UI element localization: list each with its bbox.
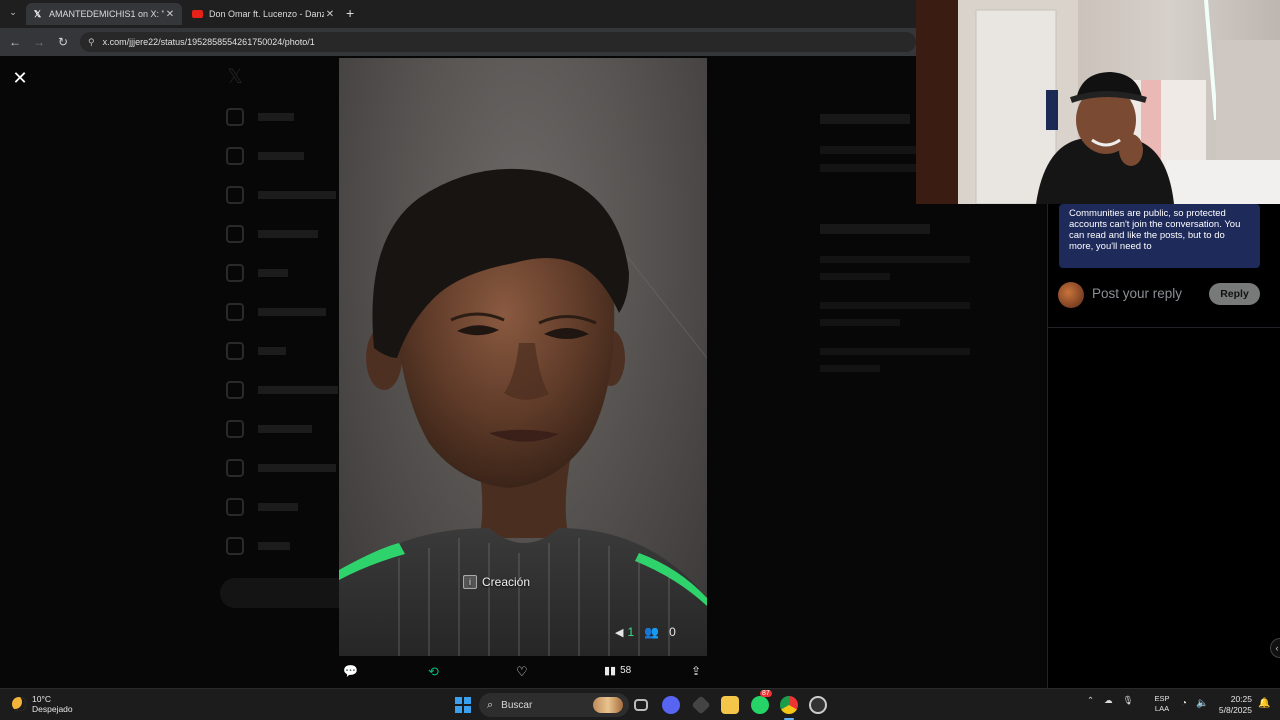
reload-icon[interactable]: ↻: [51, 35, 75, 49]
search-icon: ⌕: [487, 698, 494, 711]
tab-close-icon[interactable]: ✕: [324, 9, 336, 20]
app-cube-icon[interactable]: [691, 695, 711, 715]
clock-time: 20:25: [1230, 694, 1252, 704]
users-icon: 👥: [644, 625, 660, 639]
views-chart-icon: ▮▮: [604, 665, 617, 677]
scroll-right-chevron-icon[interactable]: ‹: [1270, 638, 1280, 658]
tab-close-icon[interactable]: ✕: [164, 9, 176, 20]
microphone-icon[interactable]: 🎙: [1123, 695, 1134, 706]
weather-temp: 10°C: [32, 694, 51, 704]
task-view-icon[interactable]: [634, 699, 648, 711]
share-action[interactable]: ⇪: [691, 664, 701, 678]
cloud-icon[interactable]: ☁: [1104, 695, 1113, 706]
taskbar-search[interactable]: ⌕ Buscar: [479, 693, 629, 717]
new-tab-button[interactable]: +: [346, 5, 354, 21]
creation-badge: i Creación: [463, 572, 530, 592]
community-info-box: Communities are public, so protected acc…: [1059, 204, 1260, 268]
weather-widget[interactable]: 10°C Despejado: [12, 694, 73, 714]
community-info-text: Communities are public, so protected acc…: [1069, 208, 1241, 252]
lang-bottom: LAA: [1154, 704, 1170, 713]
streamer-webcam-overlay: [916, 0, 1280, 204]
repost-action[interactable]: ⟲: [428, 664, 439, 680]
views-action[interactable]: ▮▮ 58: [604, 664, 631, 677]
reply-input[interactable]: Post your reply: [1092, 286, 1182, 301]
site-info-icon[interactable]: ⚲: [88, 37, 95, 48]
nav-faint: [226, 147, 304, 165]
discord-icon[interactable]: [662, 696, 680, 714]
tab-list-chevron-icon[interactable]: ⌄: [6, 7, 20, 21]
windows-taskbar: 10°C Despejado ⌕ Buscar 87 ⌃ ☁ 🎙 ESP LAA…: [0, 688, 1280, 720]
file-explorer-icon[interactable]: [721, 696, 739, 714]
chrome-icon[interactable]: [780, 696, 798, 714]
reply-action[interactable]: 💬: [343, 664, 358, 678]
notification-bell-icon[interactable]: 🔔: [1258, 698, 1270, 709]
wifi-icon[interactable]: ◔: [1181, 698, 1187, 709]
search-highlight-icon: [593, 697, 623, 713]
nav-faint: [226, 537, 290, 555]
stat-left-value: 1: [627, 625, 635, 639]
tab-youtube[interactable]: Don Omar ft. Lucenzo - Danza ✕: [186, 3, 342, 25]
nav-faint: [226, 381, 338, 399]
post-photo[interactable]: i Creación ◀ 1 👥 0: [339, 58, 707, 656]
stat-right-value: 0: [669, 625, 676, 639]
character-portrait-image: [339, 168, 707, 656]
system-tray: ⌃ ☁ 🎙: [1087, 695, 1133, 706]
heart-icon: ♡: [516, 664, 528, 679]
search-label: Buscar: [501, 699, 533, 711]
nav-faint: [226, 342, 286, 360]
photo-stats: ◀ 1 👥 0: [615, 625, 676, 639]
windows-start-icon[interactable]: [454, 696, 472, 714]
browser-tab-bar: ⌄ 𝕏 AMANTEDEMICHIS1 on X: "ME ✕ Don Omar…: [0, 0, 916, 28]
x-logo-icon: 𝕏: [33, 8, 42, 19]
tab-label: Don Omar ft. Lucenzo - Danza: [209, 9, 324, 19]
language-indicator[interactable]: ESP LAA: [1152, 694, 1172, 714]
whatsapp-badge: 87: [760, 690, 772, 697]
views-count: 58: [620, 665, 632, 676]
post-action-bar: 💬 ⟲ ♡ ▮▮ 58 ⇪: [339, 662, 707, 684]
nav-faint: [226, 225, 318, 243]
repost-icon: ⟲: [428, 664, 439, 679]
nav-faint: [226, 420, 312, 438]
forward-arrow-icon[interactable]: →: [27, 35, 51, 49]
share-icon: ⇪: [691, 664, 702, 678]
tab-x-post[interactable]: 𝕏 AMANTEDEMICHIS1 on X: "ME ✕: [26, 3, 182, 25]
avatar: [1058, 282, 1084, 308]
x-logo-faint-icon: 𝕏: [227, 66, 244, 88]
lang-top: ESP: [1154, 694, 1170, 703]
nav-faint: [226, 459, 336, 477]
info-icon: i: [463, 575, 477, 589]
clock-date: 5/8/2025: [1218, 705, 1252, 715]
whatsapp-icon[interactable]: 87: [751, 690, 772, 714]
youtube-icon: [192, 9, 203, 20]
tab-label: AMANTEDEMICHIS1 on X: "ME: [49, 9, 164, 19]
reply-bubble-icon: 💬: [343, 664, 358, 678]
weather-desc: Despejado: [32, 704, 73, 714]
moon-icon: [12, 697, 26, 711]
nav-faint: [226, 303, 326, 321]
reply-button[interactable]: Reply: [1209, 283, 1260, 305]
url-text: x.com/jjjere22/status/195285855426175002…: [102, 37, 315, 47]
taskbar-clock[interactable]: 20:25 5/8/2025: [1200, 694, 1252, 716]
nav-faint: [226, 186, 336, 204]
creation-badge-label: Creación: [482, 575, 531, 589]
nav-faint: [226, 264, 288, 282]
nav-faint: [226, 498, 298, 516]
speaker-icon: ◀: [615, 626, 624, 639]
obs-icon[interactable]: [809, 696, 827, 714]
nav-faint: [226, 108, 294, 126]
like-action[interactable]: ♡: [516, 664, 528, 680]
webcam-image: [916, 0, 1280, 204]
close-photo-icon[interactable]: ✕: [12, 69, 28, 87]
reply-composer: Post your reply Reply: [1048, 278, 1280, 328]
back-arrow-icon[interactable]: ←: [3, 35, 27, 49]
address-bar[interactable]: ⚲ x.com/jjjere22/status/1952858554261750…: [80, 32, 916, 52]
show-hidden-icons-chevron-icon[interactable]: ⌃: [1087, 695, 1094, 706]
